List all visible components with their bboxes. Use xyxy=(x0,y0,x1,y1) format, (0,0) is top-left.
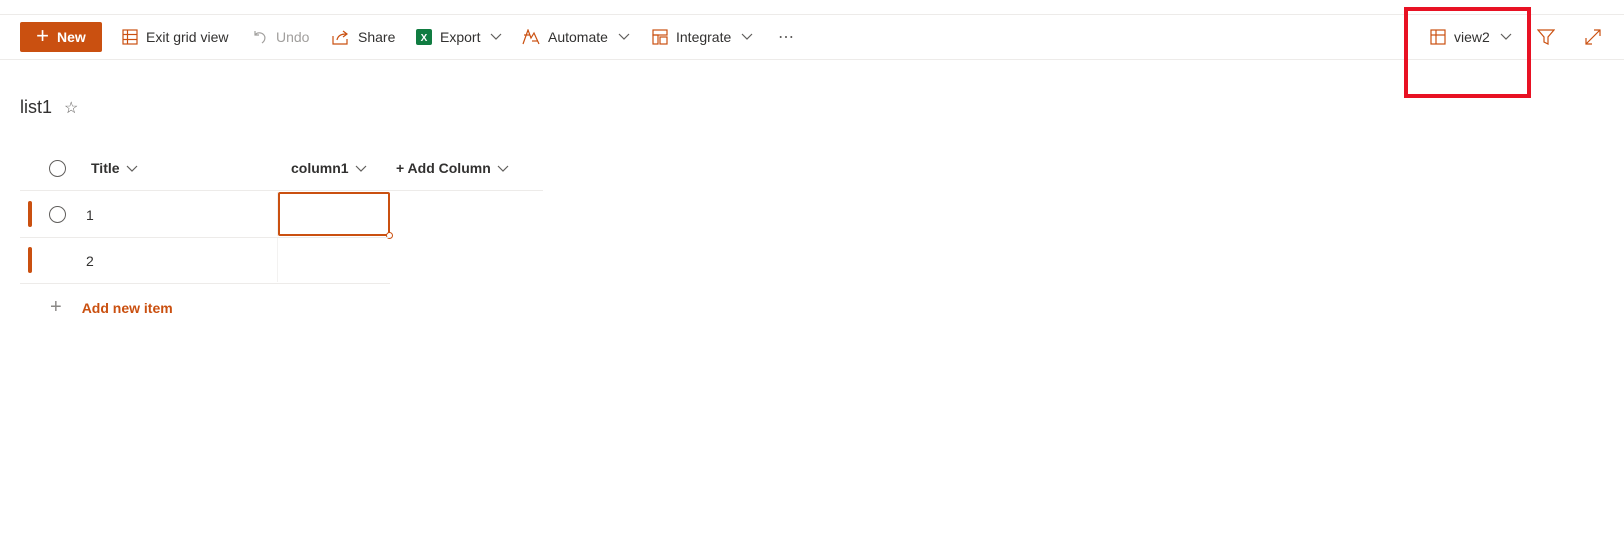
table-row-1-title[interactable]: 1 xyxy=(86,207,94,223)
fullscreen-button[interactable] xyxy=(1585,22,1601,52)
expand-icon xyxy=(1585,29,1601,45)
undo-button[interactable]: Undo xyxy=(252,22,309,52)
filter-icon xyxy=(1537,28,1555,46)
cell-divider xyxy=(277,238,278,282)
undo-icon xyxy=(252,29,268,45)
plus-icon: + xyxy=(50,296,62,318)
add-new-item-button[interactable]: + Add new item xyxy=(50,296,173,319)
filter-button[interactable] xyxy=(1537,22,1555,52)
share-label: Share xyxy=(358,29,396,45)
column-header-label: column1 xyxy=(291,160,349,176)
row-divider xyxy=(20,237,390,238)
row-select-checkbox[interactable] xyxy=(49,206,66,223)
automate-button[interactable]: Automate xyxy=(522,22,630,52)
svg-text:X: X xyxy=(421,33,428,44)
undo-label: Undo xyxy=(276,29,310,45)
chevron-down-icon xyxy=(497,160,509,176)
page-title: list1 xyxy=(20,97,53,117)
new-button-label: New xyxy=(57,29,86,45)
exit-grid-view-button[interactable]: Exit grid view xyxy=(122,22,228,52)
row-edit-indicator xyxy=(28,201,32,227)
automate-label: Automate xyxy=(548,29,608,45)
chevron-down-icon xyxy=(490,33,502,41)
row-edit-indicator xyxy=(28,247,32,273)
new-button[interactable]: + New xyxy=(20,22,102,52)
add-column-label: + Add Column xyxy=(396,160,491,176)
chevron-down-icon xyxy=(741,33,753,41)
chevron-down-icon xyxy=(355,160,367,176)
list-header: list1 ☆ xyxy=(20,97,78,118)
plus-icon: + xyxy=(36,23,50,48)
add-new-item-label: Add new item xyxy=(81,299,173,316)
chevron-down-icon xyxy=(618,33,630,41)
export-label: Export xyxy=(440,29,481,45)
export-button[interactable]: X Export xyxy=(416,22,502,52)
integrate-button[interactable]: Integrate xyxy=(652,22,753,52)
add-column-button[interactable]: + Add Column xyxy=(396,150,509,186)
grid-icon xyxy=(122,29,138,45)
select-all-checkbox[interactable] xyxy=(49,150,66,186)
share-icon xyxy=(332,29,350,45)
favorite-star-icon[interactable]: ☆ xyxy=(64,98,78,118)
circle-check-icon xyxy=(49,159,66,177)
integrate-label: Integrate xyxy=(676,29,732,45)
excel-icon: X xyxy=(416,29,432,45)
circle-check-icon xyxy=(49,206,66,223)
row-divider xyxy=(20,283,390,284)
integrate-icon xyxy=(652,29,668,45)
table-row-2-title[interactable]: 2 xyxy=(86,253,94,269)
chevron-down-icon xyxy=(126,160,138,176)
column-header-column1[interactable]: column1 xyxy=(291,150,367,186)
header-divider xyxy=(20,190,543,191)
automate-icon xyxy=(522,29,540,45)
column-header-title[interactable]: Title xyxy=(91,150,138,186)
table-row-1-column1-cell[interactable] xyxy=(278,192,390,236)
exit-grid-view-label: Exit grid view xyxy=(146,29,229,45)
more-icon: ⋯ xyxy=(778,29,794,46)
command-bar: + New Exit grid view Undo Share X Export xyxy=(0,15,1624,60)
share-button[interactable]: Share xyxy=(332,22,395,52)
more-options-button[interactable]: ⋯ xyxy=(778,22,794,52)
column-header-label: Title xyxy=(91,160,120,176)
view-switcher-highlight xyxy=(1404,7,1531,98)
